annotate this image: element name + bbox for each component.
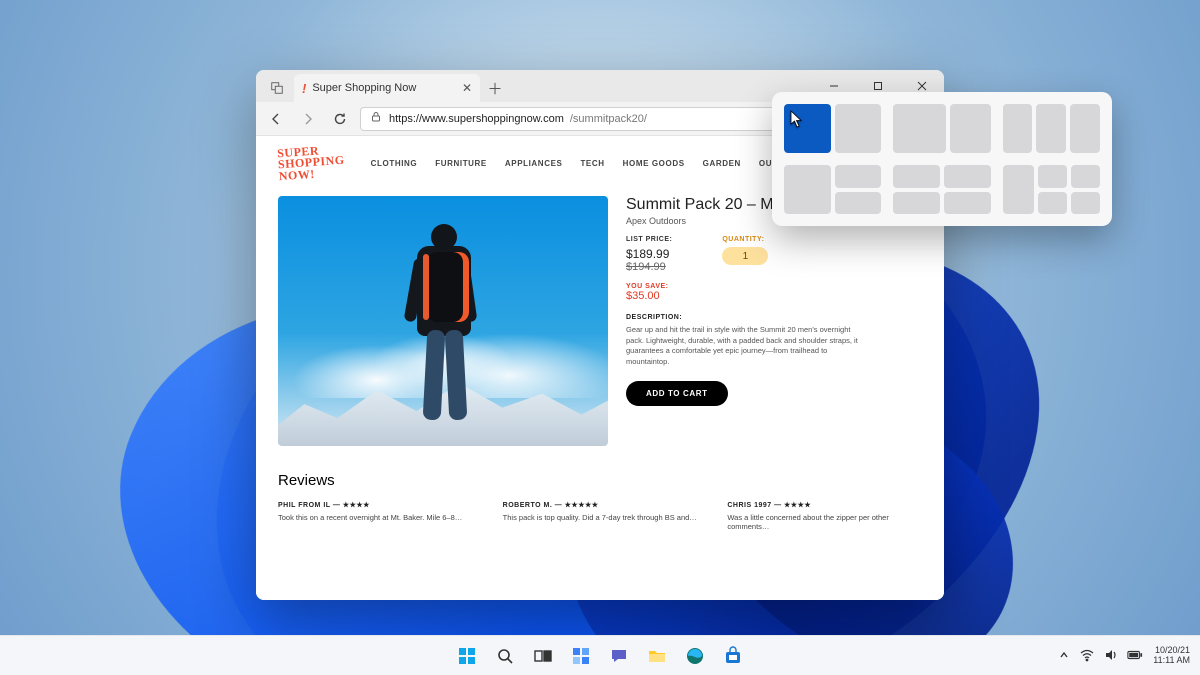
snap-zone[interactable] bbox=[835, 192, 882, 215]
product-image bbox=[278, 196, 608, 446]
review-item: PHIL FROM IL — ★★★★ Took this on a recen… bbox=[278, 501, 473, 531]
snap-zone[interactable] bbox=[950, 104, 991, 153]
review-item: CHRIS 1997 — ★★★★ Was a little concerned… bbox=[727, 501, 922, 531]
new-tab-button[interactable]: ＋ bbox=[482, 75, 508, 101]
site-info-icon[interactable] bbox=[369, 110, 383, 127]
url-host: https://www.supershoppingnow.com bbox=[389, 113, 564, 125]
browser-tab-active[interactable]: ! Super Shopping Now ✕ bbox=[294, 74, 480, 102]
battery-icon[interactable] bbox=[1127, 647, 1143, 665]
tab-title: Super Shopping Now bbox=[312, 82, 416, 94]
url-path: /summitpack20/ bbox=[570, 113, 647, 125]
snap-zone[interactable] bbox=[1038, 192, 1067, 215]
you-save-value: $35.00 bbox=[626, 290, 922, 302]
quantity-label: QUANTITY: bbox=[722, 236, 768, 243]
snap-layout-quad[interactable] bbox=[893, 165, 990, 214]
cursor-icon bbox=[790, 110, 804, 133]
site-nav: CLOTHING FURNITURE APPLIANCES TECH HOME … bbox=[371, 159, 804, 168]
widgets-icon[interactable] bbox=[565, 640, 597, 672]
nav-item-appliances[interactable]: APPLIANCES bbox=[505, 159, 563, 168]
snap-layout-3col[interactable] bbox=[1003, 104, 1100, 153]
wifi-icon[interactable] bbox=[1079, 647, 1095, 665]
volume-icon[interactable] bbox=[1103, 647, 1119, 665]
snap-zone[interactable] bbox=[1071, 165, 1100, 188]
taskbar-pinned bbox=[451, 640, 749, 672]
chat-icon[interactable] bbox=[603, 640, 635, 672]
start-button[interactable] bbox=[451, 640, 483, 672]
snap-zone[interactable] bbox=[893, 192, 940, 215]
tab-close-icon[interactable]: ✕ bbox=[462, 81, 472, 95]
store-icon[interactable] bbox=[717, 640, 749, 672]
snap-zone[interactable] bbox=[1036, 104, 1066, 153]
edge-icon[interactable] bbox=[679, 640, 711, 672]
review-item: ROBERTO M. — ★★★★★ This pack is top qual… bbox=[503, 501, 698, 531]
product-details: Summit Pack 20 – Men's Apex Outdoors LIS… bbox=[626, 196, 922, 446]
nav-forward-button[interactable] bbox=[296, 107, 320, 131]
nav-item-clothing[interactable]: CLOTHING bbox=[371, 159, 418, 168]
snap-layouts-flyout bbox=[772, 92, 1112, 226]
file-explorer-icon[interactable] bbox=[641, 640, 673, 672]
nav-item-furniture[interactable]: FURNITURE bbox=[435, 159, 487, 168]
snap-zone[interactable] bbox=[893, 104, 946, 153]
snap-layout-left-quad[interactable] bbox=[1003, 165, 1100, 214]
nav-item-home-goods[interactable]: HOME GOODS bbox=[623, 159, 685, 168]
snap-zone[interactable] bbox=[1003, 104, 1033, 153]
taskbar-search-icon[interactable] bbox=[489, 640, 521, 672]
nav-back-button[interactable] bbox=[264, 107, 288, 131]
reviews-list: PHIL FROM IL — ★★★★ Took this on a recen… bbox=[278, 501, 922, 531]
snap-zone[interactable] bbox=[1070, 104, 1100, 153]
snap-zone[interactable] bbox=[835, 104, 882, 153]
list-price-label: LIST PRICE: bbox=[626, 236, 672, 243]
add-to-cart-button[interactable]: ADD TO CART bbox=[626, 381, 728, 406]
tab-actions-icon[interactable] bbox=[266, 77, 288, 99]
system-tray: 10/20/21 11:11 AM bbox=[1057, 646, 1190, 666]
product-price: $189.99 bbox=[626, 247, 672, 261]
product-description: Gear up and hit the trail in style with … bbox=[626, 325, 866, 367]
product-old-price: $194.99 bbox=[626, 261, 672, 273]
favicon-icon: ! bbox=[302, 81, 306, 96]
snap-zone[interactable] bbox=[784, 165, 831, 214]
quantity-stepper[interactable]: 1 bbox=[722, 247, 768, 265]
snap-zone-selected[interactable] bbox=[784, 104, 831, 153]
snap-zone[interactable] bbox=[835, 165, 882, 188]
reviews-heading: Reviews bbox=[278, 472, 922, 489]
snap-zone[interactable] bbox=[893, 165, 940, 188]
nav-item-garden[interactable]: GARDEN bbox=[703, 159, 741, 168]
nav-refresh-button[interactable] bbox=[328, 107, 352, 131]
taskbar-clock[interactable]: 10/20/21 11:11 AM bbox=[1153, 646, 1190, 666]
snap-zone[interactable] bbox=[1003, 165, 1035, 214]
site-logo[interactable]: SUPER SHOPPING NOW! bbox=[277, 144, 346, 183]
snap-layout-left-stack[interactable] bbox=[784, 165, 881, 214]
snap-zone[interactable] bbox=[1038, 165, 1067, 188]
task-view-icon[interactable] bbox=[527, 640, 559, 672]
nav-item-tech[interactable]: TECH bbox=[580, 159, 604, 168]
description-label: DESCRIPTION: bbox=[626, 314, 922, 321]
snap-zone[interactable] bbox=[944, 165, 991, 188]
tray-overflow-icon[interactable] bbox=[1057, 648, 1071, 664]
snap-layout-2col[interactable] bbox=[784, 104, 881, 153]
taskbar: 10/20/21 11:11 AM bbox=[0, 635, 1200, 675]
snap-zone[interactable] bbox=[1071, 192, 1100, 215]
you-save-label: YOU SAVE: bbox=[626, 283, 922, 290]
snap-layout-2col-wide[interactable] bbox=[893, 104, 990, 153]
snap-zone[interactable] bbox=[944, 192, 991, 215]
